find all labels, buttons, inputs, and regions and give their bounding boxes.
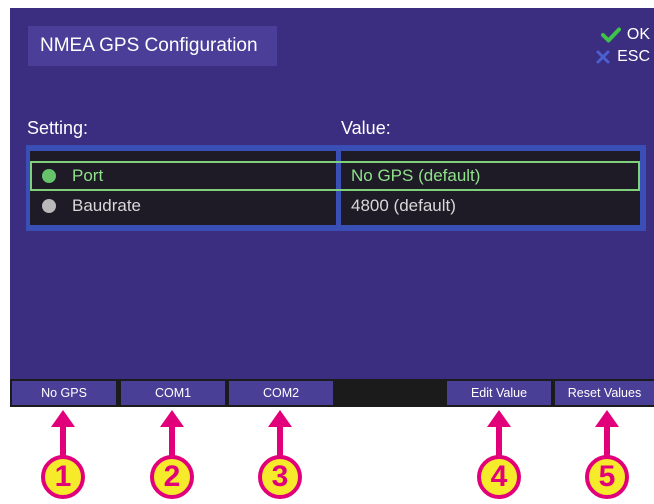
setting-name: Baudrate xyxy=(72,196,141,215)
function-key-com1[interactable]: COM1 xyxy=(121,381,225,405)
gps-config-screen: NMEA GPS Configuration OK ESC Setting: V… xyxy=(10,8,654,407)
callout-number: 3 xyxy=(271,460,289,493)
callout-number: 1 xyxy=(54,460,72,493)
setting-column-header: Setting: xyxy=(27,118,89,138)
setting-name: Port xyxy=(72,166,104,185)
setting-value: 4800 (default) xyxy=(351,196,456,215)
table-row-port[interactable]: Port No GPS (default) xyxy=(30,161,640,191)
ok-button[interactable]: OK xyxy=(600,24,650,46)
check-icon xyxy=(600,27,621,43)
dialog-actions: OK ESC xyxy=(580,24,650,74)
function-key-com2[interactable]: COM2 xyxy=(229,381,333,405)
function-key-no-gps[interactable]: No GPS xyxy=(12,381,116,405)
x-icon xyxy=(595,49,611,65)
function-key-reset-values[interactable]: Reset Values xyxy=(555,381,654,405)
function-key-bar: No GPS COM1 COM2 Edit Value Reset Values xyxy=(10,379,654,407)
page-title: NMEA GPS Configuration xyxy=(28,26,277,66)
callout-3: 3 xyxy=(256,408,304,504)
callout-2: 2 xyxy=(148,408,196,504)
status-dot-icon xyxy=(42,169,56,183)
callout-number: 5 xyxy=(598,460,616,493)
callout-5: 5 xyxy=(583,408,631,504)
callout-number: 2 xyxy=(163,460,181,493)
ok-label: OK xyxy=(626,26,650,43)
value-column-header: Value: xyxy=(341,118,391,138)
page: NMEA GPS Configuration OK ESC Setting: V… xyxy=(0,0,654,504)
callout-4: 4 xyxy=(475,408,523,504)
setting-value: No GPS (default) xyxy=(351,166,481,185)
status-dot-icon xyxy=(42,199,56,213)
esc-label: ESC xyxy=(617,48,650,65)
function-key-edit-value[interactable]: Edit Value xyxy=(447,381,551,405)
esc-button[interactable]: ESC xyxy=(595,46,650,68)
callout-1: 1 xyxy=(39,408,87,504)
table-row-baudrate[interactable]: Baudrate 4800 (default) xyxy=(30,191,640,221)
callout-number: 4 xyxy=(490,460,508,493)
